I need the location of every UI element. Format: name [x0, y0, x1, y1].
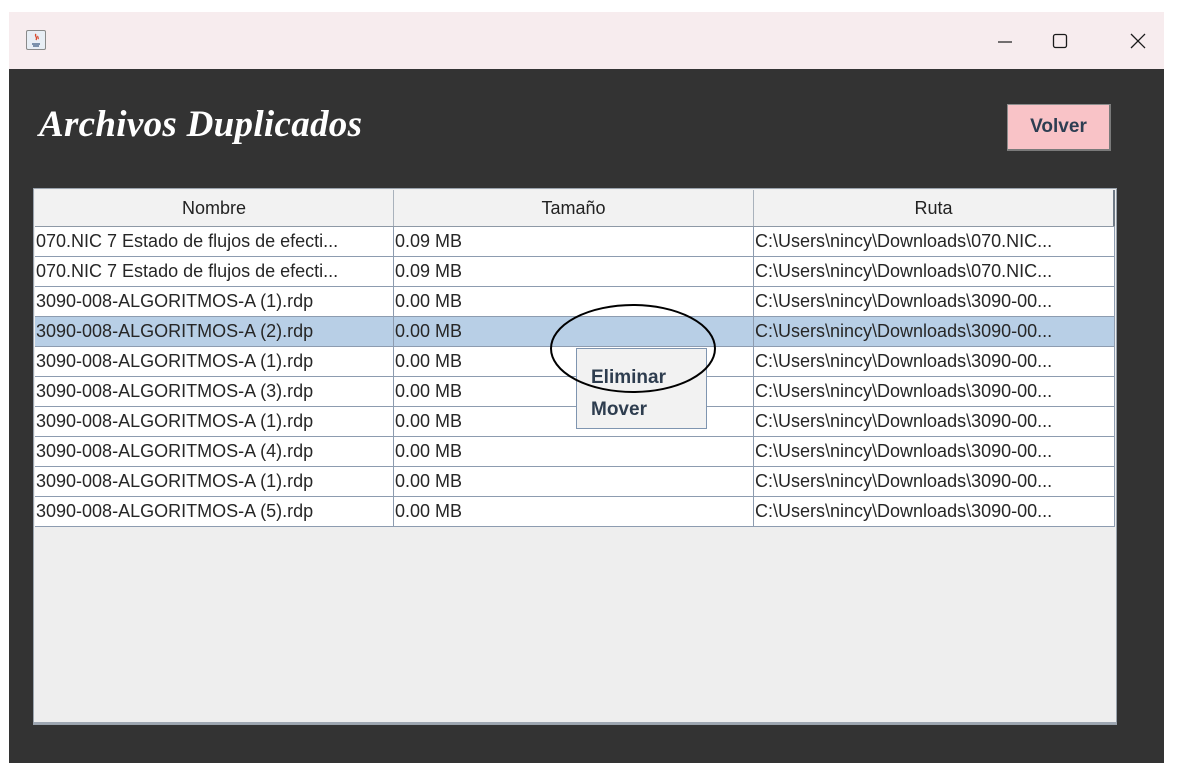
table-row[interactable]: 070.NIC 7 Estado de flujos de efecti... …: [35, 257, 1115, 287]
table-header: Nombre Tamaño Ruta: [35, 190, 1115, 227]
title-bar[interactable]: [9, 12, 1164, 69]
cell-ruta: C:\Users\nincy\Downloads\070.NIC...: [754, 257, 1115, 286]
table-row-selected[interactable]: 3090-008-ALGORITMOS-A (2).rdp 0.00 MB C:…: [35, 317, 1115, 347]
cell-tamano: 0.00 MB: [394, 317, 754, 346]
minimize-icon: [997, 33, 1013, 52]
close-button[interactable]: [1118, 22, 1158, 62]
cell-ruta: C:\Users\nincy\Downloads\3090-00...: [754, 407, 1115, 436]
cell-tamano: 0.09 MB: [394, 227, 754, 256]
maximize-icon: [1051, 32, 1069, 53]
cell-tamano: 0.09 MB: [394, 257, 754, 286]
cell-ruta: C:\Users\nincy\Downloads\3090-00...: [754, 377, 1115, 406]
table-row[interactable]: 3090-008-ALGORITMOS-A (1).rdp 0.00 MB C:…: [35, 287, 1115, 317]
menu-item-eliminar[interactable]: Eliminar: [591, 367, 666, 389]
table-row[interactable]: 3090-008-ALGORITMOS-A (1).rdp 0.00 MB C:…: [35, 467, 1115, 497]
close-icon: [1129, 32, 1147, 53]
cell-nombre: 3090-008-ALGORITMOS-A (3).rdp: [35, 377, 394, 406]
table-row[interactable]: 3090-008-ALGORITMOS-A (4).rdp 0.00 MB C:…: [35, 437, 1115, 467]
volver-button[interactable]: Volver: [1007, 104, 1111, 151]
menu-item-mover[interactable]: Mover: [591, 399, 647, 421]
table-row[interactable]: 070.NIC 7 Estado de flujos de efecti... …: [35, 227, 1115, 257]
page-title: Archivos Duplicados: [39, 104, 363, 145]
cell-ruta: C:\Users\nincy\Downloads\3090-00...: [754, 437, 1115, 466]
cell-tamano: 0.00 MB: [394, 467, 754, 496]
cell-ruta: C:\Users\nincy\Downloads\3090-00...: [754, 497, 1115, 526]
cell-nombre: 3090-008-ALGORITMOS-A (1).rdp: [35, 407, 394, 436]
cell-ruta: C:\Users\nincy\Downloads\3090-00...: [754, 467, 1115, 496]
cell-nombre: 3090-008-ALGORITMOS-A (1).rdp: [35, 347, 394, 376]
java-icon: [26, 30, 46, 50]
cell-nombre: 3090-008-ALGORITMOS-A (4).rdp: [35, 437, 394, 466]
table-row[interactable]: 3090-008-ALGORITMOS-A (5).rdp 0.00 MB C:…: [35, 497, 1115, 527]
column-header-tamano[interactable]: Tamaño: [394, 190, 754, 226]
table-row[interactable]: 3090-008-ALGORITMOS-A (3).rdp 0.00 MB C:…: [35, 377, 1115, 407]
cell-tamano: 0.00 MB: [394, 437, 754, 466]
table-row[interactable]: 3090-008-ALGORITMOS-A (1).rdp 0.00 MB C:…: [35, 407, 1115, 437]
table-row[interactable]: 3090-008-ALGORITMOS-A (1).rdp 0.00 MB C:…: [35, 347, 1115, 377]
files-table: Nombre Tamaño Ruta 070.NIC 7 Estado de f…: [33, 188, 1117, 725]
cell-nombre: 3090-008-ALGORITMOS-A (5).rdp: [35, 497, 394, 526]
cell-nombre: 3090-008-ALGORITMOS-A (2).rdp: [35, 317, 394, 346]
cell-nombre: 070.NIC 7 Estado de flujos de efecti...: [35, 227, 394, 256]
context-menu: Eliminar Mover: [576, 348, 707, 429]
table-body: 070.NIC 7 Estado de flujos de efecti... …: [35, 227, 1115, 527]
cell-nombre: 3090-008-ALGORITMOS-A (1).rdp: [35, 287, 394, 316]
cell-nombre: 070.NIC 7 Estado de flujos de efecti...: [35, 257, 394, 286]
cell-ruta: C:\Users\nincy\Downloads\3090-00...: [754, 287, 1115, 316]
cell-ruta: C:\Users\nincy\Downloads\3090-00...: [754, 347, 1115, 376]
cell-tamano: 0.00 MB: [394, 497, 754, 526]
app-window: Archivos Duplicados Volver Nombre Tamaño…: [9, 12, 1164, 763]
column-header-nombre[interactable]: Nombre: [35, 190, 394, 226]
minimize-button[interactable]: [985, 22, 1025, 62]
cell-ruta: C:\Users\nincy\Downloads\070.NIC...: [754, 227, 1115, 256]
cell-ruta: C:\Users\nincy\Downloads\3090-00...: [754, 317, 1115, 346]
cell-nombre: 3090-008-ALGORITMOS-A (1).rdp: [35, 467, 394, 496]
cell-tamano: 0.00 MB: [394, 287, 754, 316]
column-header-ruta[interactable]: Ruta: [754, 190, 1115, 226]
maximize-button[interactable]: [1040, 22, 1080, 62]
